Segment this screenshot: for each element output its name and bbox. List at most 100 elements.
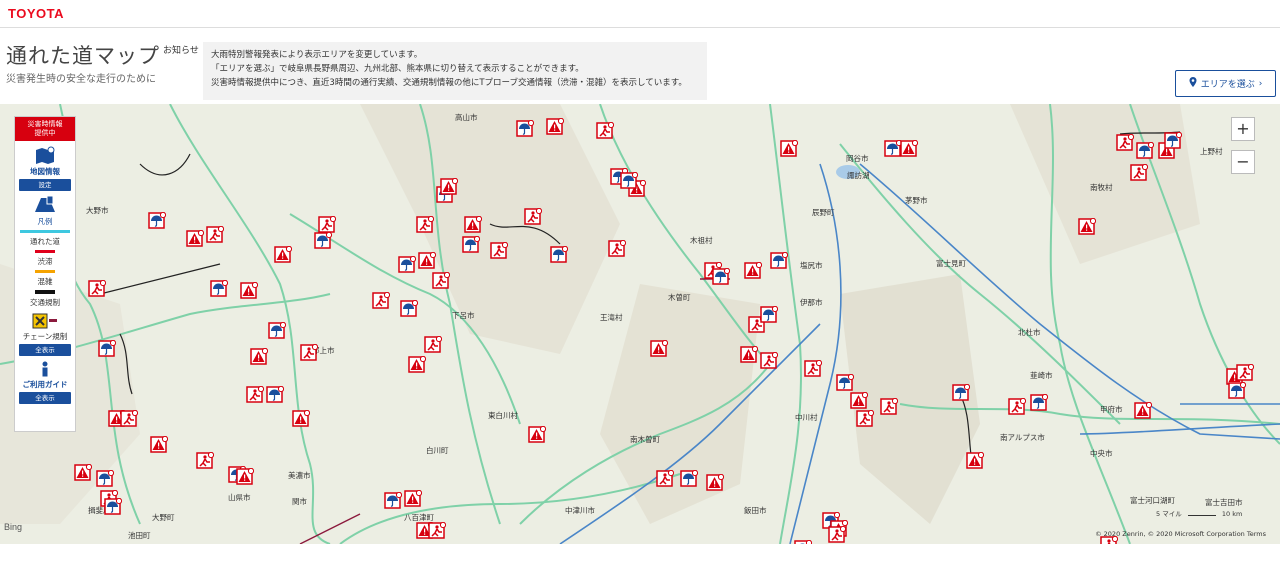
hazard-warning-icon[interactable]	[900, 140, 918, 158]
roadwork-icon[interactable]	[196, 452, 214, 470]
hazard-warning-icon[interactable]	[528, 426, 546, 444]
roadwork-icon[interactable]	[828, 526, 846, 544]
rain-warning-icon[interactable]	[384, 492, 402, 510]
roadwork-icon[interactable]	[88, 280, 106, 298]
chain-show-all-button[interactable]: 全表示	[19, 344, 71, 356]
roadwork-icon[interactable]	[206, 226, 224, 244]
rain-warning-icon[interactable]	[98, 340, 116, 358]
rain-warning-icon[interactable]	[266, 386, 284, 404]
roadwork-icon[interactable]	[1130, 164, 1148, 182]
rain-warning-icon[interactable]	[760, 306, 778, 324]
hazard-warning-icon[interactable]	[650, 340, 668, 358]
restriction-swatch	[35, 290, 55, 294]
roadwork-icon[interactable]	[524, 208, 542, 226]
roadwork-icon[interactable]	[608, 240, 626, 258]
legend-section[interactable]: 凡例 通れた道 渋滞 混雑 交通規制	[15, 195, 75, 308]
bing-logo: Bing	[4, 522, 23, 532]
place-label: 関市	[292, 497, 307, 506]
rain-warning-icon[interactable]	[398, 256, 416, 274]
top-bar: TOYOTA	[0, 0, 1280, 28]
chain-section[interactable]: チェーン規制 全表示	[15, 313, 75, 356]
select-area-button[interactable]: エリアを選ぶ ›	[1175, 70, 1276, 97]
hazard-warning-icon[interactable]	[780, 140, 798, 158]
toyota-logo[interactable]: TOYOTA	[8, 6, 64, 21]
hazard-warning-icon[interactable]	[706, 474, 724, 492]
rain-warning-icon[interactable]	[148, 212, 166, 230]
rain-warning-icon[interactable]	[96, 470, 114, 488]
roadwork-icon[interactable]	[804, 360, 822, 378]
hazard-warning-icon[interactable]	[250, 348, 268, 366]
hazard-warning-icon[interactable]	[440, 178, 458, 196]
news-line: 大雨特別警報発表により表示エリアを変更しています。	[211, 50, 423, 60]
hazard-warning-icon[interactable]	[408, 356, 426, 374]
hazard-warning-icon[interactable]	[186, 230, 204, 248]
rain-warning-icon[interactable]	[1228, 382, 1246, 400]
place-label: 中津川市	[565, 506, 595, 515]
rain-warning-icon[interactable]	[680, 470, 698, 488]
hazard-warning-icon[interactable]	[150, 436, 168, 454]
rain-warning-icon[interactable]	[400, 300, 418, 318]
rain-warning-icon[interactable]	[770, 252, 788, 270]
roadwork-icon[interactable]	[120, 410, 138, 428]
roadwork-icon[interactable]	[428, 522, 446, 540]
rain-warning-icon[interactable]	[314, 232, 332, 250]
hazard-warning-icon[interactable]	[740, 346, 758, 364]
roadwork-icon[interactable]	[856, 410, 874, 428]
hazard-warning-icon[interactable]	[546, 118, 564, 136]
guide-section[interactable]: ご利用ガイド 全表示	[15, 361, 75, 404]
hazard-warning-icon[interactable]	[404, 490, 422, 508]
hazard-warning-icon[interactable]	[464, 216, 482, 234]
rain-warning-icon[interactable]	[952, 384, 970, 402]
hazard-warning-icon[interactable]	[74, 464, 92, 482]
map-copyright[interactable]: © 2020 Zenrin, © 2020 Microsoft Corporat…	[1095, 530, 1266, 538]
rain-warning-icon[interactable]	[836, 374, 854, 392]
hazard-warning-icon[interactable]	[850, 392, 868, 410]
rain-warning-icon[interactable]	[210, 280, 228, 298]
hazard-warning-icon[interactable]	[1134, 402, 1152, 420]
hazard-warning-icon[interactable]	[274, 246, 292, 264]
hazard-warning-icon[interactable]	[744, 262, 762, 280]
hazard-warning-icon[interactable]	[292, 410, 310, 428]
guide-show-all-button[interactable]: 全表示	[19, 392, 71, 404]
roadwork-icon[interactable]	[372, 292, 390, 310]
rain-warning-icon[interactable]	[1136, 142, 1154, 160]
rain-warning-icon[interactable]	[712, 268, 730, 286]
map-info-section[interactable]: 地図情報 設定	[15, 146, 75, 191]
zoom-in-button[interactable]: +	[1231, 117, 1255, 141]
roadwork-icon[interactable]	[596, 122, 614, 140]
rain-warning-icon[interactable]	[1030, 394, 1048, 412]
place-label: 富士見町	[936, 259, 966, 268]
roadwork-icon[interactable]	[1236, 364, 1254, 382]
hazard-warning-icon[interactable]	[240, 282, 258, 300]
chain-label: チェーン規制	[22, 332, 68, 341]
zoom-out-button[interactable]: −	[1231, 150, 1255, 174]
roadwork-icon[interactable]	[656, 470, 674, 488]
hazard-warning-icon[interactable]	[966, 452, 984, 470]
rain-warning-icon[interactable]	[550, 246, 568, 264]
hazard-warning-icon[interactable]	[1078, 218, 1096, 236]
place-label: 大野町	[152, 513, 175, 522]
news-line: 「エリアを選ぶ」で岐阜県長野県周辺、九州北部、熊本県に切り替えて表示することがで…	[211, 64, 584, 74]
roadwork-icon[interactable]	[1008, 398, 1026, 416]
roadwork-icon[interactable]	[300, 344, 318, 362]
roadwork-icon[interactable]	[1116, 134, 1134, 152]
map-canvas[interactable]: 高山市 下呂市 郡上市 美濃市 関市 山県市 白川町 東白川村 中津川市 八百津町 王滝村 木曽町 木祖…	[0, 104, 1280, 544]
rain-warning-icon[interactable]	[1164, 132, 1182, 150]
roadwork-icon[interactable]	[416, 216, 434, 234]
hazard-warning-icon[interactable]	[236, 468, 254, 486]
roadwork-icon[interactable]	[432, 272, 450, 290]
rain-warning-icon[interactable]	[104, 498, 122, 516]
place-label: 東白川村	[488, 411, 518, 420]
map-info-settings-button[interactable]: 設定	[19, 179, 71, 191]
rain-warning-icon[interactable]	[794, 540, 812, 544]
roadwork-icon[interactable]	[424, 336, 442, 354]
roadwork-icon[interactable]	[246, 386, 264, 404]
roadwork-icon[interactable]	[880, 398, 898, 416]
rain-warning-icon[interactable]	[620, 172, 638, 190]
rain-warning-icon[interactable]	[462, 236, 480, 254]
roadwork-icon[interactable]	[760, 352, 778, 370]
rain-warning-icon[interactable]	[516, 120, 534, 138]
rain-warning-icon[interactable]	[268, 322, 286, 340]
hazard-warning-icon[interactable]	[418, 252, 436, 270]
roadwork-icon[interactable]	[490, 242, 508, 260]
